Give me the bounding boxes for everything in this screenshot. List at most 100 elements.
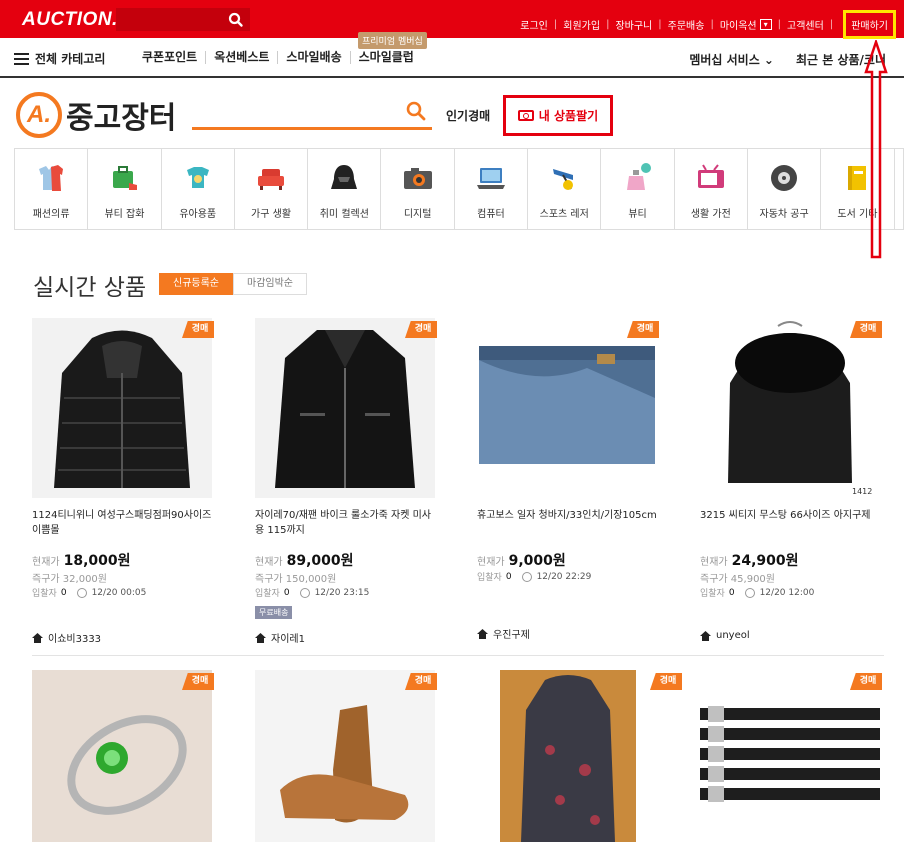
buy-now-price: 즉구가 32,000원 (32, 570, 107, 585)
current-price-label: 현재가 (477, 557, 505, 568)
separator: | (606, 19, 610, 30)
all-categories-label: 전체 카테고리 (35, 52, 106, 66)
category-beauty-goods[interactable]: 뷰티 잡화 (88, 149, 162, 229)
category-label: 뷰티 (628, 209, 647, 220)
nav-auction-best[interactable]: 옥션베스트 (206, 51, 279, 64)
used-market-brand[interactable]: A. 중고장터 (16, 92, 176, 138)
login-link[interactable]: 로그인 (520, 17, 548, 32)
seller-link[interactable]: 자이레1 (255, 630, 305, 645)
buy-now-price: 즉구가 150,000원 (255, 570, 336, 585)
product-title[interactable]: 자이레70/재팬 바이크 룰소가죽 자켓 미사용 115까지 (255, 508, 440, 538)
camera-icon (403, 168, 432, 189)
cart-link[interactable]: 장바구니 (615, 17, 652, 32)
product-image[interactable] (32, 670, 212, 842)
category-icon-row: 패션의류 뷰티 잡화 유아용품 가구 생활 취미 컬렉션 디지털 컴퓨터 스포츠… (14, 148, 904, 230)
category-label: 유아용품 (179, 209, 217, 220)
bids-count: 0 (505, 571, 512, 582)
fur-coat-image: 1412 (700, 318, 880, 498)
clothes-icon (39, 165, 64, 191)
category-appliance[interactable]: 생활 가전 (675, 149, 748, 229)
sell-button[interactable]: 판매하기 (843, 10, 896, 39)
product-image[interactable]: 1412 (700, 318, 880, 498)
category-label: 가구 생활 (251, 209, 292, 220)
auction-logo[interactable]: AUCTION. (22, 9, 118, 31)
product-image[interactable] (255, 670, 435, 842)
nav-smile-club[interactable]: 스마일클럽 (351, 51, 422, 64)
nav-coupon-point[interactable]: 쿠폰포인트 (142, 51, 207, 64)
chevron-down-icon[interactable]: ▾ (759, 19, 772, 30)
category-computer[interactable]: 컴퓨터 (455, 149, 529, 229)
product-title[interactable]: 3215 씨티지 무스탕 66사이즈 아지구제 (700, 508, 885, 523)
sort-ending-soon-tab[interactable]: 마감임박순 (233, 273, 307, 295)
seller-link[interactable]: 우진구제 (477, 626, 530, 641)
product-image[interactable] (700, 670, 880, 842)
product-image[interactable] (255, 318, 435, 498)
buy-now-value: 45,900원 (730, 574, 775, 585)
popular-auction-link[interactable]: 인기경매 (446, 107, 490, 124)
category-auto-tools[interactable]: 자동차 공구 (748, 149, 822, 229)
customer-center-link[interactable]: 고객센터 (787, 17, 824, 32)
search-icon[interactable] (226, 10, 246, 30)
my-auction-link[interactable]: 마이옥션 (720, 17, 757, 32)
current-price: 현재가 24,900원 (700, 550, 799, 570)
order-delivery-link[interactable]: 주문배송 (668, 17, 705, 32)
current-price: 현재가 18,000원 (32, 550, 131, 570)
seller-link[interactable]: 이쇼비3333 (32, 630, 101, 645)
product-title[interactable]: 휴고보스 일자 청바지/33인치/기장105cm (477, 508, 662, 523)
current-price-label: 현재가 (255, 557, 283, 568)
signup-link[interactable]: 회원가입 (563, 17, 600, 32)
top-links: 로그인 | 회원가입 | 장바구니 | 주문배송 | 마이옥션 ▾ | 고객센터… (520, 10, 896, 39)
laptop-icon (476, 168, 505, 189)
end-time: 12/20 12:00 (759, 587, 815, 598)
seller-name: unyeol (716, 630, 750, 641)
top-header-bar: AUCTION. 로그인 | 회원가입 | 장바구니 | 주문배송 | 마이옥션… (0, 0, 904, 39)
category-sports[interactable]: 스포츠 레저 (528, 149, 602, 229)
bid-info: 입찰자 0 12/20 23:15 (255, 586, 369, 599)
jeans-image (477, 318, 657, 498)
category-label: 디지털 (403, 209, 432, 220)
buy-now-value: 32,000원 (62, 574, 107, 585)
category-hobby[interactable]: 취미 컬렉션 (308, 149, 382, 229)
free-shipping-badge: 무료배송 (255, 606, 293, 619)
membership-service-menu[interactable]: 멤버십 서비스 ⌄ (667, 51, 774, 68)
product-image[interactable] (32, 318, 212, 498)
sell-my-item-button[interactable]: 내 상품팔기 (503, 95, 613, 136)
bids-count: 0 (283, 587, 290, 598)
market-search-input[interactable] (192, 127, 432, 130)
clock-icon (521, 571, 532, 582)
end-time: 12/20 23:15 (314, 587, 370, 598)
clock-icon (744, 587, 755, 598)
category-fashion[interactable]: 패션의류 (15, 149, 89, 229)
category-label: 취미 컬렉션 (319, 209, 369, 220)
product-title[interactable]: 1124티니위니 여성구스패딩점퍼90사이즈 이쁨몰 (32, 508, 217, 538)
category-digital[interactable]: 디지털 (381, 149, 455, 229)
category-baby[interactable]: 유아용품 (162, 149, 235, 229)
product-image[interactable] (500, 670, 636, 842)
image-number-label: 1412 (852, 487, 872, 496)
clock-icon (299, 587, 310, 598)
brand-title: 중고장터 (66, 101, 177, 136)
shop-icon (700, 630, 711, 641)
nav-links: 쿠폰포인트 옥션베스트 스마일배송 스마일클럽 (142, 51, 422, 64)
bids-count: 0 (728, 587, 735, 598)
buy-now-label: 즉구가 (700, 574, 728, 585)
search-icon[interactable] (405, 100, 427, 122)
category-label: 패션의류 (32, 209, 70, 220)
seller-name: 자이레1 (271, 634, 305, 645)
current-price-label: 현재가 (700, 557, 728, 568)
bids-label: 입찰자 (477, 573, 502, 583)
bid-info: 입찰자 0 12/20 12:00 (700, 586, 814, 599)
golf-icon (553, 169, 574, 190)
product-image[interactable] (477, 318, 657, 498)
nav-smile-delivery[interactable]: 스마일배송 (278, 51, 351, 64)
category-furniture[interactable]: 가구 생활 (235, 149, 309, 229)
current-price: 현재가 9,000원 (477, 550, 566, 570)
category-beauty[interactable]: 뷰티 (601, 149, 675, 229)
camera-icon (517, 110, 534, 121)
seller-link[interactable]: unyeol (700, 630, 750, 641)
puffer-jacket-image (32, 318, 212, 498)
all-categories-button[interactable]: 전체 카테고리 (14, 50, 105, 67)
sofa-icon (258, 169, 285, 190)
sort-newest-tab[interactable]: 신규등록순 (159, 273, 233, 295)
category-label: 자동차 공구 (759, 209, 809, 220)
